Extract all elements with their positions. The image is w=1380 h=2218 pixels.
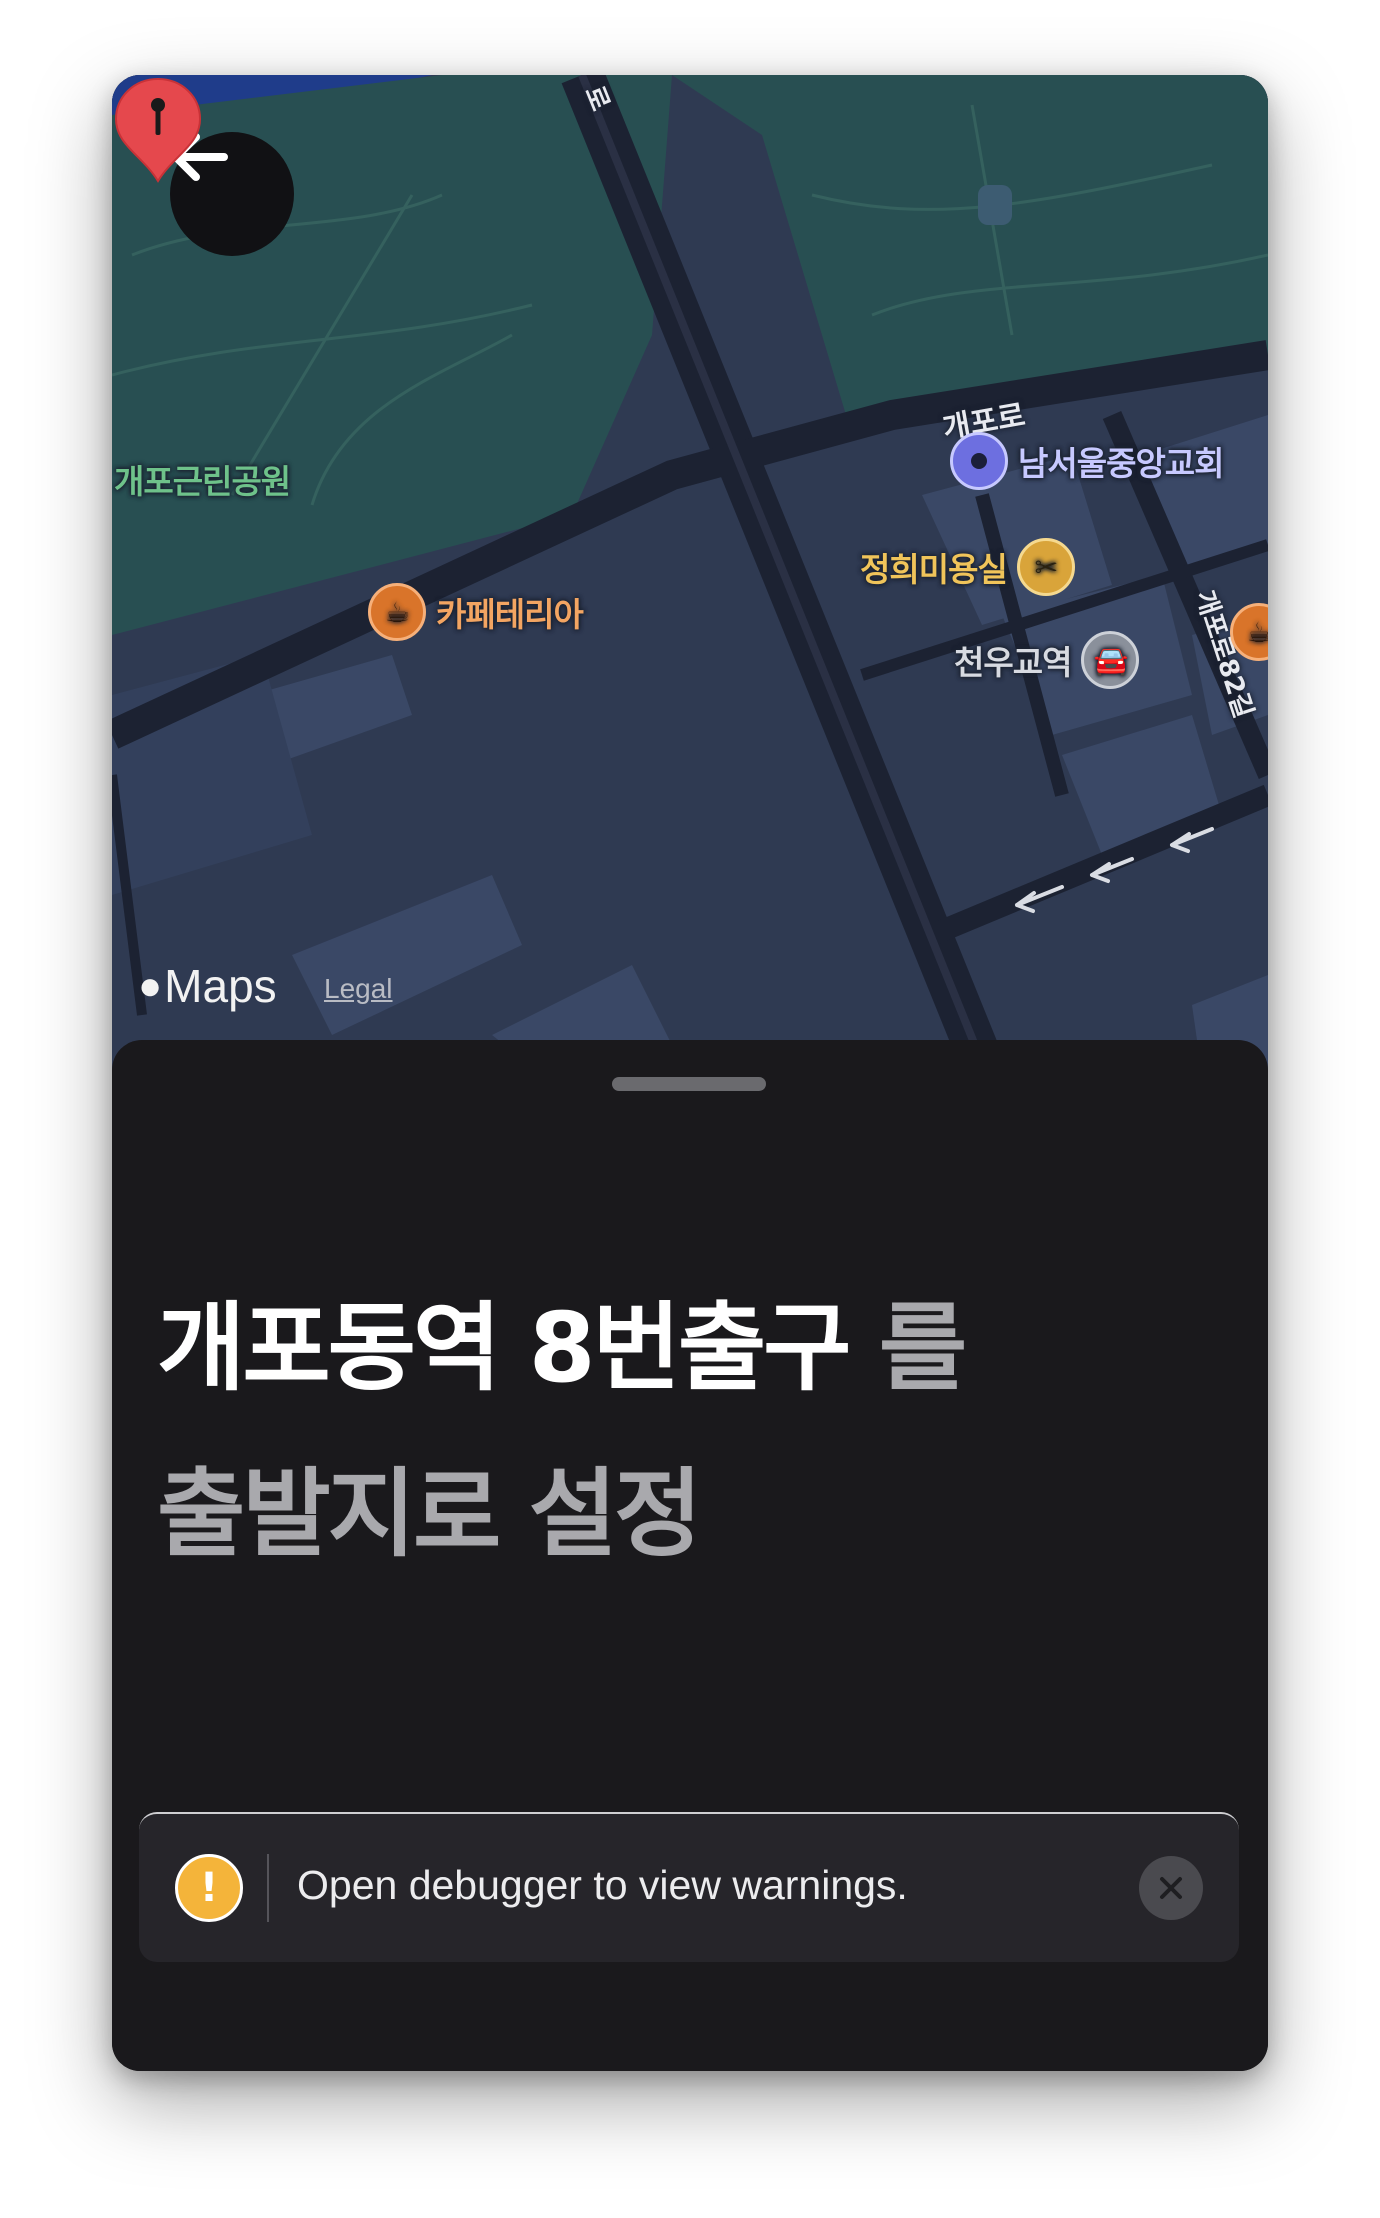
poi-cafe[interactable]: ☕ 카페테리아: [368, 583, 584, 641]
divider: [267, 1854, 269, 1922]
maps-attribution: ● Maps: [138, 959, 277, 1013]
poi-cafe-edge[interactable]: ☕: [1230, 603, 1268, 661]
app-window: 개포로 개포로82길 로 개포근린공원 남서울중앙교회 정희미용실 ✂ ☕ 카페…: [112, 75, 1268, 2071]
legal-link[interactable]: Legal: [324, 973, 393, 1005]
exclamation-icon: !: [175, 1854, 243, 1922]
cafe-icon: ☕: [1230, 603, 1268, 661]
poi-label: 남서울중앙교회: [1018, 444, 1225, 483]
poi-label: 정희미용실: [860, 550, 1008, 589]
maps-brand: Maps: [164, 960, 277, 1012]
close-icon: [1160, 1877, 1182, 1899]
title-particle: 를: [878, 1292, 967, 1404]
title-place: 개포동역 8번출구: [157, 1292, 851, 1404]
close-button[interactable]: [1139, 1856, 1203, 1920]
bottom-sheet: 개포동역 8번출구 를 출발지로 설정 ! Open debugger to v…: [112, 1040, 1268, 2071]
park-label-text: 개포근린공원: [114, 462, 291, 501]
debugger-warning-banner[interactable]: ! Open debugger to view warnings.: [139, 1812, 1239, 1962]
title-action: 출발지로 설정: [157, 1458, 702, 1570]
page-title: 개포동역 8번출구 를 출발지로 설정: [157, 1265, 1207, 1597]
warning-text: Open debugger to view warnings.: [297, 1862, 908, 1908]
apple-logo-icon: ●: [138, 963, 163, 1008]
map-view[interactable]: 개포로 개포로82길 로 개포근린공원 남서울중앙교회 정희미용실 ✂ ☕ 카페…: [112, 75, 1268, 1075]
sheet-grabber[interactable]: [612, 1077, 766, 1091]
church-icon: [950, 432, 1008, 490]
poi-label: 카페테리아: [436, 595, 584, 634]
salon-icon: ✂: [1016, 538, 1075, 596]
car-icon: 🚘: [1081, 631, 1140, 689]
poi-label: 천우교역: [954, 643, 1072, 682]
park-label: 개포근린공원: [114, 455, 291, 503]
poi-church[interactable]: 남서울중앙교회: [950, 432, 1225, 490]
poi-salon[interactable]: 정희미용실 ✂: [860, 538, 1075, 596]
location-pin-icon: [114, 77, 202, 183]
poi-car[interactable]: 천우교역 🚘: [954, 631, 1140, 689]
cafe-icon: ☕: [368, 583, 426, 641]
